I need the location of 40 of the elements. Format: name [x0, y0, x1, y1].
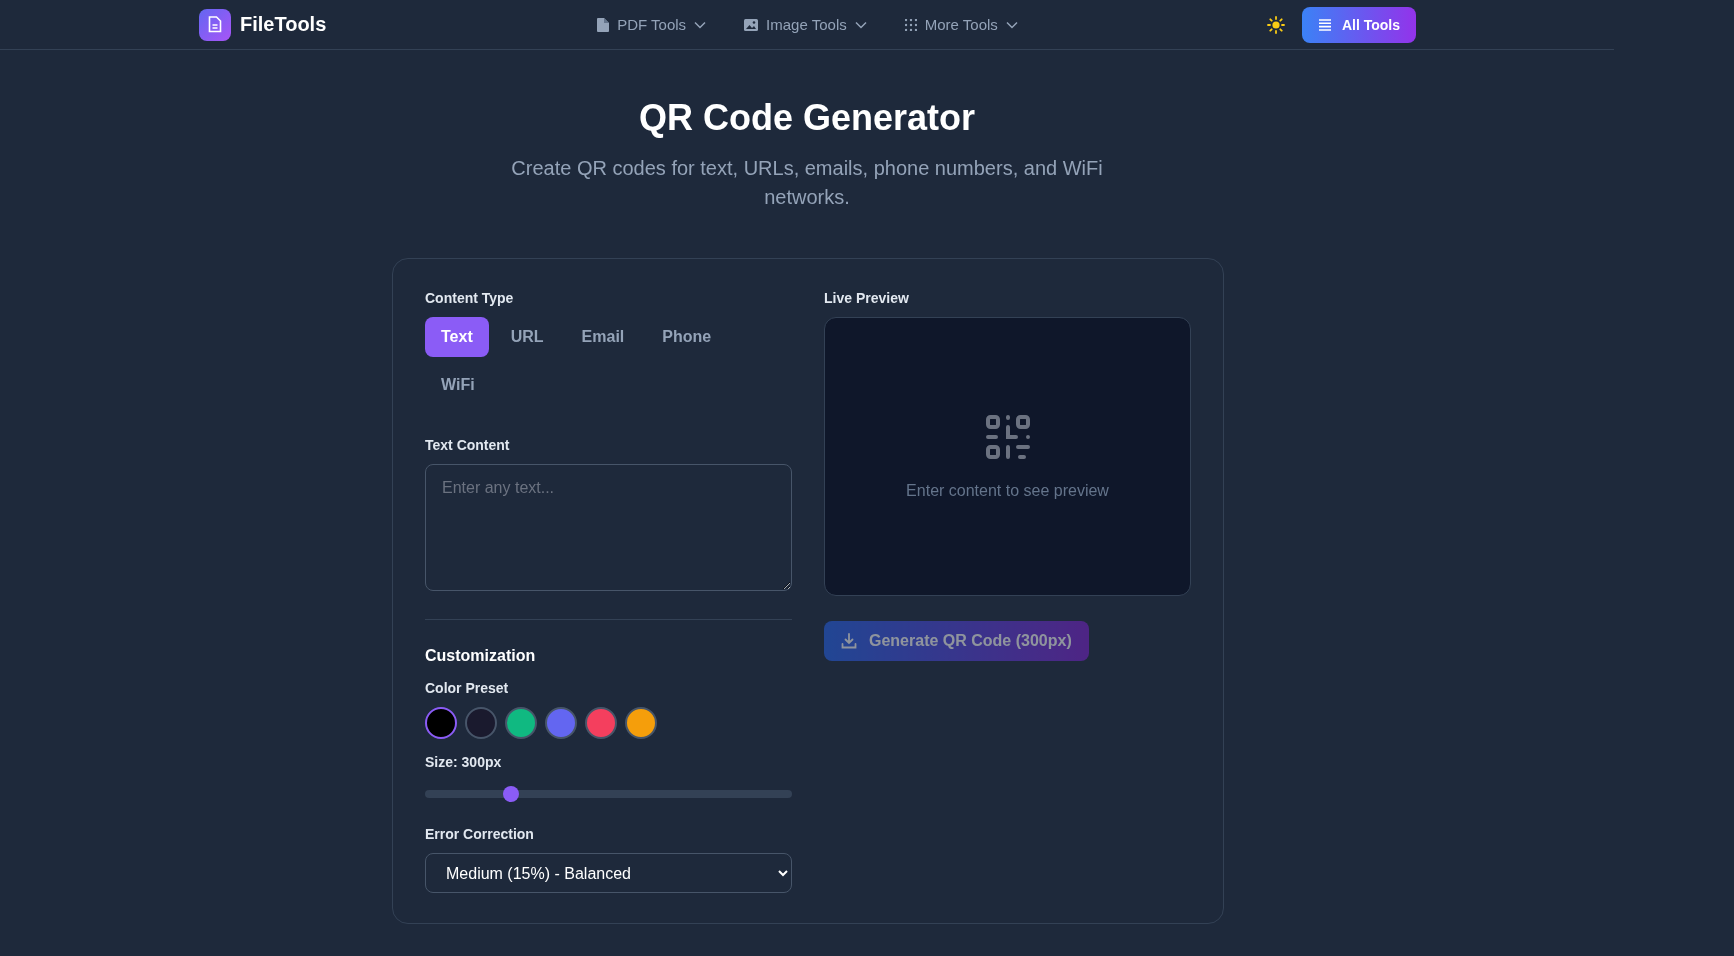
text-content-field[interactable]: Enter any text... [425, 464, 792, 591]
content-type-tab[interactable]: Phone [646, 317, 728, 357]
nav-menu[interactable]: PDF Tools [597, 12, 707, 37]
chevron-down-icon [854, 20, 867, 29]
sun-icon[interactable] [1266, 15, 1285, 34]
section-heading: Customization [425, 647, 537, 665]
grid-icon [904, 18, 917, 31]
color-swatch[interactable] [505, 707, 537, 739]
nav-menu[interactable]: Image Tools [744, 12, 867, 37]
field-label: Color Preset [425, 680, 510, 696]
color-swatch[interactable] [425, 707, 457, 739]
content-type-tab[interactable]: Text [425, 317, 489, 357]
content-type-tab[interactable]: Email [565, 317, 641, 357]
color-swatch[interactable] [545, 707, 577, 739]
empty-preview-text: Enter content to see preview [906, 481, 1109, 500]
field-label: Error Correction [425, 826, 535, 842]
logo-icon[interactable] [199, 8, 231, 41]
color-swatch[interactable] [585, 707, 617, 739]
logo-text[interactable]: FileTools [240, 13, 327, 36]
menu-icon [1317, 18, 1332, 31]
download-icon [841, 633, 857, 649]
field-label: Content Type [425, 290, 515, 306]
field-label: Size: 300px [425, 754, 503, 770]
color-swatch[interactable] [625, 707, 657, 739]
slider-thumb[interactable] [503, 786, 520, 802]
field-label: Text Content [425, 437, 511, 453]
content-type-tab[interactable]: URL [494, 317, 560, 357]
color-swatch[interactable] [465, 707, 497, 739]
file-icon [597, 17, 610, 32]
chevron-down-icon [1005, 20, 1018, 29]
qr-code-icon [984, 413, 1031, 460]
chevron-down-icon [694, 20, 707, 29]
page-title: QR Code Generator [637, 96, 977, 140]
field-label: Live Preview [824, 290, 910, 306]
page-subtitle: Create QR codes for text, URLs, emails, phone numbers, and WiFi networks. [510, 156, 1104, 210]
all-tools-button[interactable]: All Tools [1301, 6, 1416, 43]
image-icon [744, 18, 759, 31]
content-type-tab[interactable]: WiFi [425, 365, 491, 405]
error-correction-select[interactable]: Medium (15%) - Balanced [425, 853, 792, 893]
nav-menu[interactable]: More Tools [904, 12, 1018, 37]
